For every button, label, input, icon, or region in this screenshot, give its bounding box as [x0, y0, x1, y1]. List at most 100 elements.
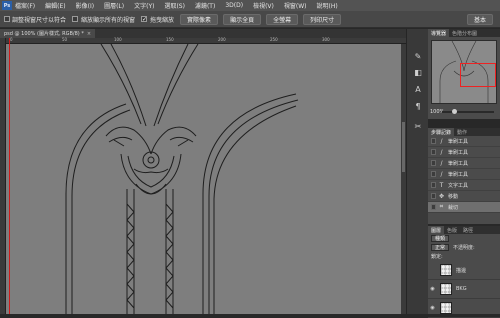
zoom-slider[interactable] [442, 111, 494, 113]
visibility-eye-icon[interactable]: ◉ [428, 305, 437, 311]
history-item-label: 筆刷工具 [448, 160, 469, 167]
navigator-tabs: 導覽器 色階分布圖 [428, 29, 500, 37]
menu-file[interactable]: 檔案(F) [15, 1, 35, 10]
resize-windows-checkbox[interactable] [4, 16, 10, 22]
tools-icon[interactable]: ✂ [412, 121, 424, 133]
layer-kind-label: 種類 [435, 236, 446, 242]
history-item-label: 文字工具 [448, 182, 469, 189]
navigator-view-box[interactable] [460, 63, 496, 87]
brush-icon: / [440, 137, 443, 145]
layers-panel: 圖層 色版 路徑 種類 正常 不透明度: 鎖定: 描邊 ◉ BKG ◉ [428, 226, 500, 318]
photoshop-logo: Ps [2, 1, 12, 10]
tab-paths[interactable]: 路徑 [460, 226, 476, 234]
move-tool-icon: ✥ [438, 192, 445, 200]
history-item[interactable]: / 筆刷工具 [428, 169, 500, 180]
layer-thumbnail [440, 302, 452, 314]
layer-filter-row: 種類 [428, 234, 500, 243]
history-item-current[interactable]: ⌗ 裁切 [428, 202, 500, 213]
history-item[interactable]: ✥ 移動 [428, 191, 500, 202]
panel-icon-strip: ✎ ◧ A ¶ ✂ [406, 29, 428, 314]
layer-row[interactable]: ◉ BKG [428, 280, 500, 299]
navigator-thumbnail[interactable] [431, 40, 497, 104]
scrubby-zoom-label: 拖曳縮放 [150, 16, 175, 24]
layer-thumbnail [440, 283, 452, 295]
tab-history[interactable]: 步驟記錄 [428, 128, 455, 136]
history-item[interactable]: / 筆刷工具 [428, 136, 500, 147]
layer-kind-select[interactable]: 種類 [431, 235, 450, 242]
brush-icon: / [440, 170, 443, 178]
ruler-label: 50 [62, 37, 68, 42]
zoom-all-checkbox[interactable] [72, 16, 79, 22]
tab-histogram[interactable]: 色階分布圖 [449, 29, 480, 37]
layer-name: 描邊 [456, 267, 467, 274]
guide-line[interactable] [9, 38, 10, 314]
tab-channels[interactable]: 色版 [444, 226, 460, 234]
canvas[interactable] [6, 44, 401, 314]
layers-tabs: 圖層 色版 路徑 [428, 226, 500, 234]
layer-row[interactable]: ◉ [428, 299, 500, 318]
history-item[interactable]: / 筆刷工具 [428, 158, 500, 169]
brush-icon: / [440, 148, 443, 156]
history-item-label: 筆刷工具 [448, 171, 469, 178]
actual-pixels-button[interactable]: 實際像素 [180, 13, 219, 25]
blend-mode-value: 正常 [435, 245, 446, 251]
lock-label: 鎖定: [431, 254, 443, 260]
tab-layers[interactable]: 圖層 [428, 226, 445, 234]
close-icon[interactable]: × [87, 31, 91, 37]
history-item[interactable]: / 筆刷工具 [428, 147, 500, 158]
ruler-label: 300 [322, 37, 330, 42]
menu-help[interactable]: 說明(H) [317, 1, 338, 10]
history-item-label: 裁切 [448, 204, 459, 211]
blend-mode-select[interactable]: 正常 [431, 244, 450, 251]
crop-tool-icon: ⌗ [439, 203, 444, 210]
menu-image[interactable]: 影像(I) [76, 1, 94, 10]
color-icon[interactable]: ◧ [412, 67, 424, 79]
ruler-label: 100 [114, 37, 122, 42]
opacity-label: 不透明度: [453, 245, 475, 251]
menu-filter[interactable]: 濾鏡(T) [195, 1, 215, 10]
document-tabbar: psd @ 100% (圖片樣式, RGB/8) * × [0, 29, 406, 38]
ruler-label: 250 [270, 37, 278, 42]
brush-presets-icon[interactable]: ✎ [412, 51, 424, 63]
menu-bar: Ps 檔案(F) 編輯(E) 影像(I) 圖層(L) 文字(Y) 選取(S) 濾… [0, 0, 500, 11]
menu-select[interactable]: 選取(S) [164, 1, 185, 10]
character-icon[interactable]: A [412, 84, 424, 96]
zoom-slider-knob[interactable] [452, 109, 457, 114]
brush-icon: / [440, 159, 443, 167]
ruler-label: 150 [166, 37, 174, 42]
lock-row: 鎖定: [428, 252, 500, 261]
scrollbar-thumb[interactable] [402, 122, 405, 172]
history-item[interactable]: T 文字工具 [428, 180, 500, 191]
menu-window[interactable]: 視窗(W) [284, 1, 307, 10]
print-size-button[interactable]: 列印尺寸 [303, 13, 342, 25]
blend-row: 正常 不透明度: [428, 243, 500, 252]
visibility-eye-icon[interactable]: ◉ [428, 286, 437, 292]
menu-view[interactable]: 檢視(V) [253, 1, 274, 10]
history-tabs: 步驟記錄 動作 [428, 128, 500, 136]
document-tab-title: psd @ 100% (圖片樣式, RGB/8) * [4, 31, 84, 37]
layer-row[interactable]: 描邊 [428, 261, 500, 280]
fill-screen-button[interactable]: 全螢幕 [266, 13, 299, 25]
menu-3d[interactable]: 3D(D) [225, 2, 243, 9]
document-tab[interactable]: psd @ 100% (圖片樣式, RGB/8) * × [0, 29, 96, 38]
tab-actions[interactable]: 動作 [454, 128, 470, 136]
menu-layer[interactable]: 圖層(L) [104, 1, 124, 10]
layer-thumbnail [440, 264, 452, 276]
history-item-label: 筆刷工具 [448, 138, 469, 145]
scrubby-zoom-checkbox[interactable]: ✓ [141, 16, 147, 23]
options-bar: 調整視窗尺寸以符合 縮放顯示所有的視窗 ✓ 拖曳縮放 實際像素 顯示全頁 全螢幕… [0, 11, 500, 28]
menu-edit[interactable]: 編輯(E) [45, 1, 65, 10]
fit-screen-button[interactable]: 顯示全頁 [223, 13, 262, 25]
layer-name: BKG [456, 286, 467, 292]
ruler-label: 200 [218, 37, 226, 42]
paragraph-icon[interactable]: ¶ [412, 101, 424, 113]
ornament-artwork [65, 44, 299, 314]
menu-type[interactable]: 文字(Y) [134, 1, 154, 10]
zoom-all-label: 縮放顯示所有的視窗 [81, 16, 136, 24]
tab-navigator[interactable]: 導覽器 [428, 29, 450, 37]
ruler-label: 0 [10, 37, 13, 42]
resize-windows-label: 調整視窗尺寸以符合 [12, 16, 67, 24]
history-panel: 步驟記錄 動作 / 筆刷工具 / 筆刷工具 / 筆刷工具 / 筆刷工具 T 文字工具 ✥ 移… [428, 128, 500, 224]
workspace-switcher[interactable]: 基本 [466, 14, 493, 25]
history-item-label: 筆刷工具 [448, 149, 469, 156]
